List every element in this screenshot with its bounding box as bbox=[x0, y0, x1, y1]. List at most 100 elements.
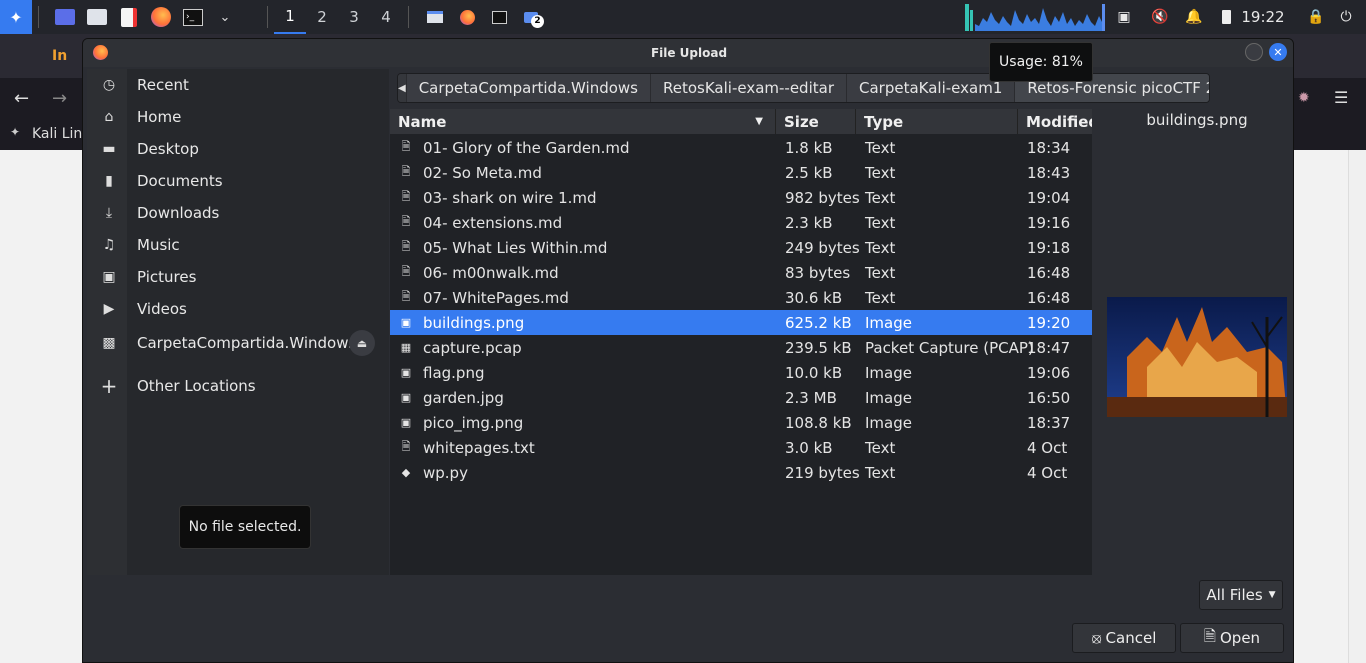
file-modified: 16:50 bbox=[1027, 388, 1071, 407]
terminal-window-icon[interactable] bbox=[487, 5, 511, 29]
files-icon[interactable] bbox=[85, 5, 109, 29]
sidebar-item-label: CarpetaCompartida.Windows bbox=[137, 334, 357, 352]
eject-icon[interactable]: ⏏ bbox=[349, 330, 375, 356]
column-name-label: Name bbox=[398, 112, 447, 131]
sidebar-item-label: Other Locations bbox=[137, 377, 256, 395]
text-editor-icon[interactable] bbox=[117, 5, 141, 29]
file-modified: 18:43 bbox=[1027, 163, 1071, 182]
file-row[interactable]: ▣ buildings.png 625.2 kB Image 19:20 bbox=[390, 310, 1092, 335]
minimize-button[interactable] bbox=[1245, 43, 1263, 61]
workspace-4[interactable]: 4 bbox=[370, 0, 402, 34]
file-row[interactable]: 🗎 04- extensions.md 2.3 kB Text 19:16 bbox=[390, 210, 1092, 235]
sidebar-item-label: Pictures bbox=[137, 268, 197, 286]
file-modified: 4 Oct bbox=[1027, 438, 1068, 457]
sidebar-item-music[interactable]: ♫ Music bbox=[87, 229, 389, 261]
open-button[interactable]: 🗎 Open bbox=[1180, 623, 1284, 653]
column-size[interactable]: Size bbox=[776, 109, 856, 134]
file-row[interactable]: 🗎 01- Glory of the Garden.md 1.8 kB Text 18:… bbox=[390, 135, 1092, 160]
taskbar-separator bbox=[408, 6, 409, 28]
file-name: 06- m00nwalk.md bbox=[423, 263, 559, 282]
column-name[interactable]: Name ▼ bbox=[390, 109, 776, 134]
path-segment[interactable]: RetosKali-exam--editar bbox=[650, 74, 846, 102]
cancel-icon: ⦻ bbox=[1091, 629, 1102, 647]
sidebar-item-label: Recent bbox=[137, 76, 189, 94]
clock[interactable]: 19:22 bbox=[1240, 0, 1286, 34]
file-name: 07- WhitePages.md bbox=[423, 288, 569, 307]
window-icon[interactable] bbox=[423, 5, 447, 29]
firefox-window-icon[interactable] bbox=[455, 5, 479, 29]
close-button[interactable]: ✕ bbox=[1269, 43, 1287, 61]
terminal-icon[interactable]: ›_ bbox=[181, 5, 205, 29]
file-row[interactable]: 🗎 whitepages.txt 3.0 kB Text 4 Oct bbox=[390, 435, 1092, 460]
file-row[interactable]: 🗎 02- So Meta.md 2.5 kB Text 18:43 bbox=[390, 160, 1092, 185]
bell-icon[interactable]: 🔔 bbox=[1184, 0, 1204, 34]
sidebar-item-recent[interactable]: ◷ Recent bbox=[87, 69, 389, 101]
file-size: 2.5 kB bbox=[785, 163, 833, 182]
path-segment[interactable]: CarpetaCompartida.Windows bbox=[405, 74, 650, 102]
browser-scrollbar[interactable] bbox=[1348, 150, 1366, 663]
kali-bookmark-icon[interactable]: ✦ bbox=[10, 125, 20, 139]
file-modified: 19:04 bbox=[1027, 188, 1071, 207]
cancel-button[interactable]: ⦻ Cancel bbox=[1072, 623, 1176, 653]
kali-menu-icon[interactable]: ✦ bbox=[0, 0, 32, 34]
forward-icon[interactable]: → bbox=[52, 88, 67, 109]
workspace-2[interactable]: 2 bbox=[306, 0, 338, 34]
file-type: Text bbox=[865, 213, 896, 232]
desktop-icon[interactable] bbox=[53, 5, 77, 29]
desktop-folder-icon: ▬ bbox=[102, 141, 116, 157]
file-row[interactable]: ◆ wp.py 219 bytes Text 4 Oct bbox=[390, 460, 1092, 485]
sidebar-item-videos[interactable]: ▶ Videos bbox=[87, 293, 389, 325]
download-icon: ⤓ bbox=[105, 205, 113, 221]
image-thumb-icon: ▣ bbox=[400, 366, 412, 379]
file-row[interactable]: 🗎 07- WhitePages.md 30.6 kB Text 16:48 bbox=[390, 285, 1092, 310]
firefox-icon[interactable] bbox=[149, 5, 173, 29]
file-name: 02- So Meta.md bbox=[423, 163, 542, 182]
file-row[interactable]: ▣ pico_img.png 108.8 kB Image 18:37 bbox=[390, 410, 1092, 435]
sidebar-item-carpeta-compartida[interactable]: ▩ CarpetaCompartida.Windows ⏏ bbox=[87, 327, 389, 359]
workspace-1[interactable]: 1 bbox=[274, 0, 306, 34]
no-file-tooltip: No file selected. bbox=[179, 505, 311, 549]
sidebar-item-downloads[interactable]: ⤓ Downloads bbox=[87, 197, 389, 229]
workspace-3[interactable]: 3 bbox=[338, 0, 370, 34]
notify-badge-icon[interactable]: 2 bbox=[519, 5, 544, 29]
file-filter-select[interactable]: All Files ▼ bbox=[1199, 580, 1283, 610]
sidebar-item-desktop[interactable]: ▬ Desktop bbox=[87, 133, 389, 165]
file-row[interactable]: 🗎 06- m00nwalk.md 83 bytes Text 16:48 bbox=[390, 260, 1092, 285]
path-scroll-left-icon[interactable]: ◀ bbox=[398, 74, 406, 102]
sidebar-item-other-locations[interactable]: + Other Locations bbox=[87, 370, 389, 402]
file-row[interactable]: ▣ flag.png 10.0 kB Image 19:06 bbox=[390, 360, 1092, 385]
file-name: capture.pcap bbox=[423, 338, 522, 357]
column-modified[interactable]: Modified bbox=[1018, 109, 1099, 134]
file-row[interactable]: 🗎 05- What Lies Within.md 249 bytes Text 19:… bbox=[390, 235, 1092, 260]
file-row[interactable]: 🗎 03- shark on wire 1.md 982 bytes Text 19:0… bbox=[390, 185, 1092, 210]
caret-down-icon: ▼ bbox=[1268, 590, 1276, 600]
sidebar-item-label: Downloads bbox=[137, 204, 220, 222]
extension-icon[interactable]: ✹ bbox=[1298, 90, 1310, 106]
battery-icon[interactable] bbox=[1218, 0, 1234, 34]
sidebar-item-home[interactable]: ⌂ Home bbox=[87, 101, 389, 133]
browser-tab-label: In bbox=[52, 48, 68, 64]
file-size: 3.0 kB bbox=[785, 438, 833, 457]
file-size: 625.2 kB bbox=[785, 313, 852, 332]
file-size: 2.3 MB bbox=[785, 388, 837, 407]
mute-icon[interactable]: 🔇 bbox=[1150, 0, 1170, 34]
text-file-icon: 🗎 bbox=[401, 290, 411, 303]
file-type: Text bbox=[865, 463, 896, 482]
file-type: Text bbox=[865, 263, 896, 282]
lock-icon[interactable]: 🔒 bbox=[1306, 0, 1326, 34]
file-row[interactable]: ▦ capture.pcap 239.5 kB Packet Capture (PCA… bbox=[390, 335, 1092, 360]
back-icon[interactable]: ← bbox=[14, 88, 29, 109]
sidebar-item-documents[interactable]: ▮ Documents bbox=[87, 165, 389, 197]
file-name: 04- extensions.md bbox=[423, 213, 563, 232]
power-icon[interactable]: ⏻ bbox=[1334, 0, 1358, 34]
column-type[interactable]: Type bbox=[856, 109, 1018, 134]
drive-icon: ▩ bbox=[102, 335, 116, 351]
file-name: garden.jpg bbox=[423, 388, 504, 407]
chevron-down-icon[interactable]: ⌄ bbox=[213, 5, 237, 29]
file-row[interactable]: ▣ garden.jpg 2.3 MB Image 16:50 bbox=[390, 385, 1092, 410]
preview-image bbox=[1107, 297, 1287, 417]
sidebar-item-pictures[interactable]: ▣ Pictures bbox=[87, 261, 389, 293]
screen-icon[interactable]: ▣ bbox=[1114, 0, 1134, 34]
picture-icon: ▣ bbox=[102, 269, 116, 285]
menu-icon[interactable]: ☰ bbox=[1334, 88, 1348, 107]
